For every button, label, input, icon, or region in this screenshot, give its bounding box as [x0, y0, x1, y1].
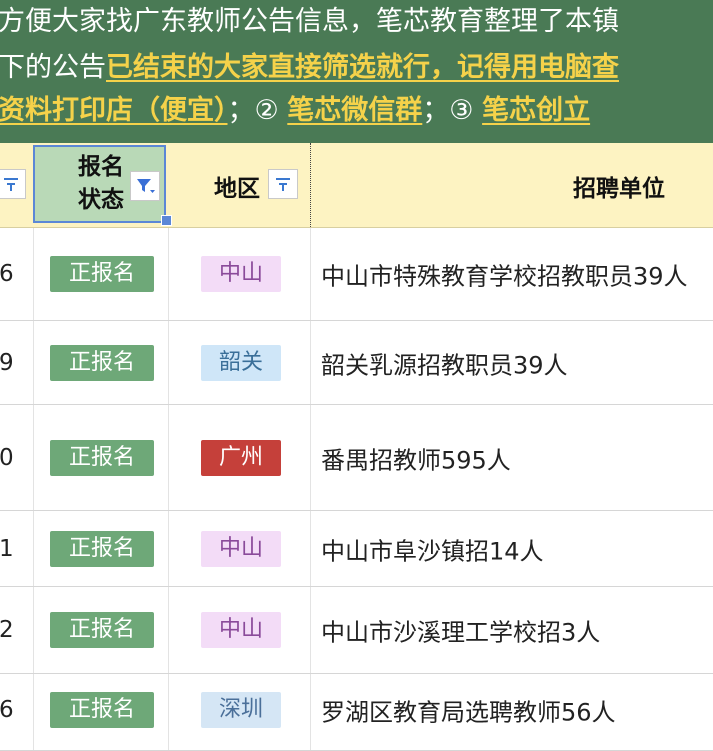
- banner-separator-2: ；③: [422, 95, 483, 126]
- index-cell[interactable]: 2: [0, 587, 33, 673]
- unit-cell[interactable]: 番禺招教师595人: [310, 405, 713, 510]
- region-cell[interactable]: 广州: [168, 405, 311, 510]
- table-row[interactable]: 6 正报名 中山 中山市特殊教育学校招教职员39人: [0, 228, 713, 321]
- table-header-row: 报名 状态 地区 招聘单位: [0, 143, 713, 228]
- unit-cell[interactable]: 韶关乳源招教职员39人: [310, 321, 713, 404]
- status-badge: 正报名: [50, 612, 154, 648]
- region-cell[interactable]: 韶关: [168, 321, 311, 404]
- unit-cell[interactable]: 中山市阜沙镇招14人: [310, 511, 713, 586]
- banner-line-1: 方便大家找广东教师公告信息，笔芯教育整理了本镇: [0, 6, 619, 37]
- filter-button-region[interactable]: [268, 169, 298, 199]
- index-cell[interactable]: 6: [0, 674, 33, 750]
- index-value: 1: [0, 535, 14, 562]
- region-badge: 中山: [201, 612, 281, 648]
- header-status-label: 报名 状态: [75, 151, 127, 217]
- region-badge: 广州: [201, 439, 281, 476]
- index-cell[interactable]: 0: [0, 405, 33, 510]
- table-row[interactable]: 2 正报名 中山 中山市沙溪理工学校招3人: [0, 587, 713, 674]
- notice-banner: 方便大家找广东教师公告信息，笔芯教育整理了本镇 下的公告已结束的大家直接筛选就行…: [0, 0, 713, 143]
- table-row[interactable]: 6 正报名 深圳 罗湖区教育局选聘教师56人: [0, 674, 713, 751]
- status-badge: 正报名: [50, 439, 154, 476]
- status-cell[interactable]: 正报名: [33, 587, 169, 673]
- header-status-label-line1: 报名: [78, 154, 124, 180]
- bixin-founded-link[interactable]: 笔芯创立: [482, 95, 590, 126]
- table-row[interactable]: 0 正报名 广州 番禺招教师595人: [0, 405, 713, 511]
- unit-value: 中山市阜沙镇招14人: [321, 537, 544, 565]
- status-badge: 正报名: [50, 344, 154, 381]
- header-unit-label: 招聘单位: [573, 176, 665, 202]
- index-value: 2: [0, 617, 14, 643]
- unit-cell[interactable]: 罗湖区教育局选聘教师56人: [310, 674, 713, 750]
- index-cell[interactable]: 1: [0, 511, 33, 586]
- header-status-cell[interactable]: 报名 状态: [33, 145, 166, 223]
- header-status-label-line2: 状态: [78, 187, 124, 213]
- unit-value: 罗湖区教育局选聘教师56人: [321, 698, 616, 727]
- status-cell[interactable]: 正报名: [33, 405, 169, 510]
- unit-value: 中山市特殊教育学校招教职员39人: [321, 262, 688, 291]
- header-prev-column[interactable]: [0, 143, 33, 227]
- region-badge: 韶关: [201, 344, 281, 381]
- filter-icon: [276, 178, 290, 191]
- status-badge: 正报名: [50, 530, 154, 567]
- status-cell[interactable]: 正报名: [33, 321, 169, 404]
- banner-separator-1: ；②: [227, 95, 288, 126]
- unit-value: 中山市沙溪理工学校招3人: [321, 618, 601, 647]
- banner-line-2: 下的公告已结束的大家直接筛选就行，记得用电脑查: [0, 50, 619, 86]
- index-value: 6: [0, 261, 14, 287]
- selection-fill-handle[interactable]: [161, 215, 172, 226]
- wechat-group-link[interactable]: 笔芯微信群: [287, 95, 422, 126]
- banner-line-3: 资料打印店（便宜）；② 笔芯微信群；③ 笔芯创立: [0, 93, 590, 129]
- filter-button-prev[interactable]: [0, 169, 26, 199]
- filter-icon: [4, 178, 18, 191]
- status-cell[interactable]: 正报名: [33, 228, 169, 320]
- table-row[interactable]: 1 正报名 中山 中山市阜沙镇招14人: [0, 511, 713, 587]
- header-unit-cell[interactable]: 招聘单位: [310, 143, 713, 227]
- status-badge: 正报名: [50, 256, 154, 292]
- index-value: 0: [0, 444, 14, 471]
- table-row[interactable]: 9 正报名 韶关 韶关乳源招教职员39人: [0, 321, 713, 405]
- region-badge: 中山: [201, 530, 281, 567]
- index-cell[interactable]: 9: [0, 321, 33, 404]
- status-cell[interactable]: 正报名: [33, 511, 169, 586]
- banner-filter-tip-link[interactable]: 已结束的大家直接筛选就行，记得用电脑查: [106, 52, 619, 83]
- region-cell[interactable]: 中山: [168, 228, 311, 320]
- index-value: 6: [0, 697, 14, 723]
- region-cell[interactable]: 中山: [168, 511, 311, 586]
- print-shop-link[interactable]: 资料打印店（便宜）: [0, 95, 228, 126]
- status-cell[interactable]: 正报名: [33, 674, 169, 750]
- index-cell[interactable]: 6: [0, 228, 33, 320]
- region-cell[interactable]: 中山: [168, 587, 311, 673]
- banner-line-2-prefix: 下的公告: [0, 52, 106, 83]
- unit-value: 韶关乳源招教职员39人: [321, 351, 568, 379]
- header-region-label: 地区: [214, 176, 260, 202]
- region-badge: 中山: [201, 256, 281, 292]
- index-value: 9: [0, 349, 14, 376]
- unit-value: 番禺招教师595人: [321, 446, 511, 474]
- region-cell[interactable]: 深圳: [168, 674, 311, 750]
- unit-cell[interactable]: 中山市特殊教育学校招教职员39人: [310, 228, 713, 320]
- filter-button-status[interactable]: [130, 171, 160, 201]
- header-region-cell[interactable]: 地区: [168, 143, 310, 227]
- unit-cell[interactable]: 中山市沙溪理工学校招3人: [310, 587, 713, 673]
- filter-active-icon: [137, 179, 155, 193]
